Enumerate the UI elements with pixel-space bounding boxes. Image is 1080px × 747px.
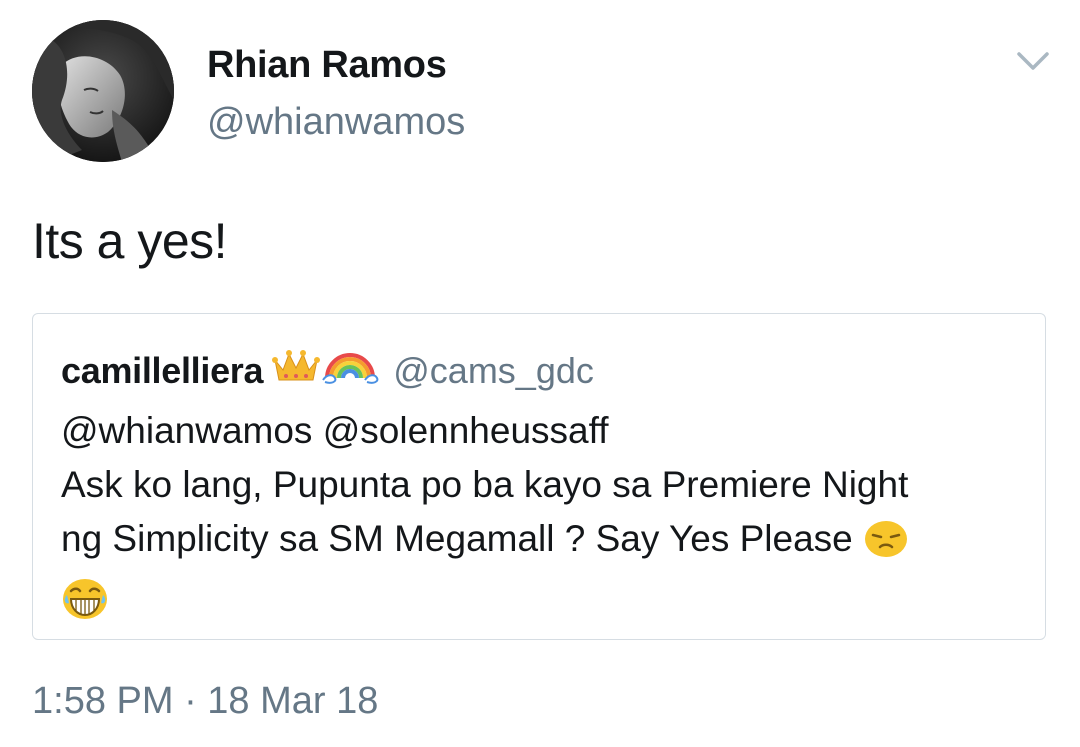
- avatar[interactable]: [32, 20, 174, 162]
- quoted-tweet-header: camillelliera @cams_gdc: [61, 346, 594, 395]
- crown-icon: [271, 346, 321, 395]
- tweet-timestamp[interactable]: 1:58 PM · 18 Mar 18: [32, 680, 378, 723]
- quoted-author-handle: @cams_gdc: [393, 349, 594, 391]
- quoted-tweet-line: [61, 574, 1021, 636]
- tweet-text: Its a yes!: [32, 213, 228, 269]
- quoted-tweet-line: ng Simplicity sa SM Megamall ? Say Yes P…: [61, 512, 1021, 574]
- quoted-tweet-line: Ask ko lang, Pupunta po ba kayo sa Premi…: [61, 464, 909, 505]
- quoted-tweet-mentions: @whianwamos @solennheussaff: [61, 410, 609, 451]
- quoted-tweet-text: @whianwamos @solennheussaff Ask ko lang,…: [61, 404, 1021, 636]
- rainbow-icon: [321, 346, 379, 395]
- laughing-face-icon: [61, 575, 109, 636]
- chevron-down-icon[interactable]: [1015, 48, 1051, 74]
- pleading-face-icon: [863, 515, 909, 574]
- author-handle[interactable]: @whianwamos: [207, 101, 465, 144]
- author-name[interactable]: Rhian Ramos: [207, 44, 447, 87]
- quoted-tweet-line-text: ng Simplicity sa SM Megamall ? Say Yes P…: [61, 518, 853, 559]
- quoted-tweet[interactable]: camillelliera @cams_gdc @whianwamos @sol…: [32, 313, 1046, 640]
- avatar-photo: [32, 20, 174, 162]
- tweet-card: Rhian Ramos @whianwamos Its a yes! camil…: [0, 0, 1080, 747]
- quoted-author-name: camillelliera: [61, 349, 264, 391]
